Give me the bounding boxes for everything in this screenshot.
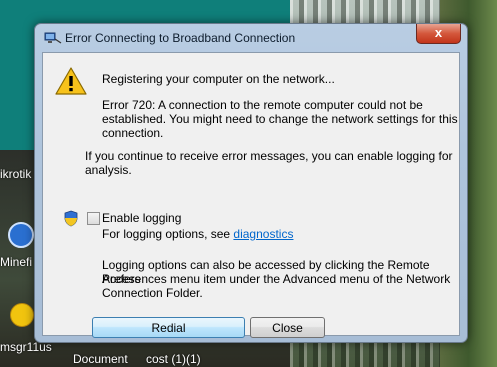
- desktop-icon-label[interactable]: Document: [73, 352, 128, 366]
- close-icon: x: [434, 25, 443, 40]
- logging-access-line: Connection Folder.: [102, 286, 203, 300]
- logging-options-text: For logging options, see diagnostics: [102, 227, 293, 241]
- uac-shield-icon: [64, 210, 78, 227]
- messenger-desktop-icon[interactable]: [10, 303, 34, 327]
- logging-access-line: Preferences menu item under the Advanced…: [102, 272, 451, 286]
- logging-options-prefix: For logging options, see: [102, 227, 234, 241]
- error-message-line: connection.: [102, 126, 164, 140]
- status-text: Registering your computer on the network…: [102, 72, 335, 86]
- window-close-button[interactable]: x: [416, 24, 461, 44]
- error-dialog-window: Error Connecting to Broadband Connection…: [34, 23, 468, 343]
- desktop-icon-label[interactable]: cost (1)(1): [146, 352, 201, 366]
- desktop-icon-label[interactable]: Minefi: [0, 255, 32, 269]
- enable-logging-checkbox[interactable]: [87, 212, 100, 225]
- error-message-line: established. You might need to change th…: [102, 112, 458, 126]
- window-title: Error Connecting to Broadband Connection: [65, 31, 296, 45]
- enable-logging-label[interactable]: Enable logging: [102, 211, 181, 225]
- minefi-desktop-icon[interactable]: [8, 222, 34, 248]
- title-bar[interactable]: Error Connecting to Broadband Connection…: [35, 24, 467, 52]
- logging-hint-line: If you continue to receive error message…: [85, 149, 453, 163]
- close-button[interactable]: Close: [250, 317, 325, 338]
- diagnostics-link[interactable]: diagnostics: [233, 227, 293, 241]
- dialog-content: Registering your computer on the network…: [42, 52, 460, 338]
- logging-hint-line: analysis.: [85, 163, 132, 177]
- error-message-line: Error 720: A connection to the remote co…: [102, 98, 423, 112]
- warning-icon: [55, 67, 87, 95]
- redial-button[interactable]: Redial: [92, 317, 245, 338]
- desktop-icon-label[interactable]: ikrotik: [0, 167, 31, 181]
- network-connection-icon: [44, 32, 62, 44]
